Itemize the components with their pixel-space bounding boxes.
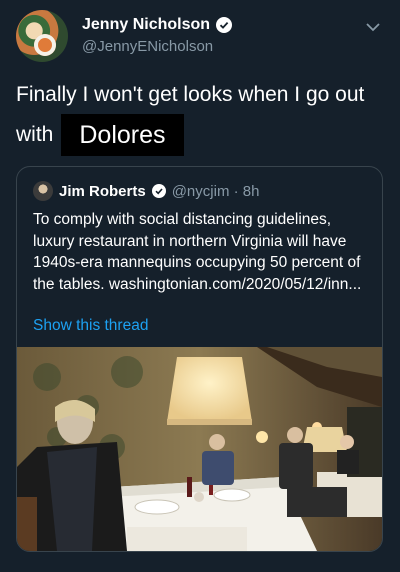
quoted-author-handle-time: @nycjim · 8h (171, 182, 260, 200)
quoted-tweet[interactable]: Jim Roberts @nycjim · 8h To comply with … (16, 166, 383, 552)
tweet-header: Jenny Nicholson @JennyENicholson (16, 10, 384, 64)
quoted-author-avatar (33, 181, 53, 201)
tweet-text: Finally I won't get looks when I go out … (16, 80, 384, 156)
restaurant-mannequins-photo[interactable] (17, 347, 382, 551)
author-avatar[interactable] (16, 10, 68, 62)
author-handle[interactable]: @JennyENicholson (82, 38, 213, 55)
author-display-name[interactable]: Jenny Nicholson (82, 16, 210, 34)
author-name-row: Jenny Nicholson (82, 16, 233, 34)
tweet-text-line2: with Dolores (16, 114, 384, 156)
quoted-tweet-header: Jim Roberts @nycjim · 8h (33, 181, 259, 201)
verified-badge-icon (151, 184, 166, 198)
quoted-author-name: Jim Roberts (59, 182, 146, 200)
quoted-tweet-text: To comply with social distancing guideli… (33, 211, 362, 293)
highlighted-word: Dolores (61, 114, 184, 156)
verified-badge-icon (216, 17, 233, 33)
show-this-thread-link[interactable]: Show this thread (33, 317, 148, 335)
tweet-text-prefix: with (16, 123, 54, 146)
chevron-down-icon[interactable] (362, 16, 384, 38)
tweet-text-line1: Finally I won't get looks when I go out (16, 83, 365, 106)
